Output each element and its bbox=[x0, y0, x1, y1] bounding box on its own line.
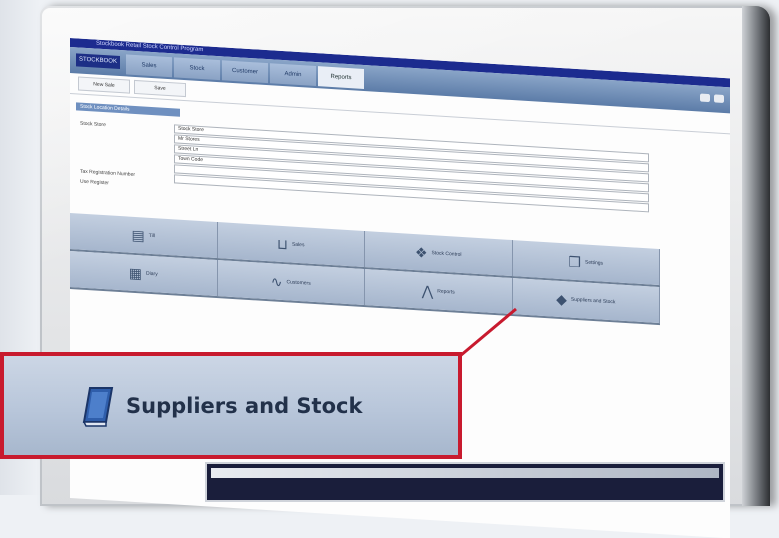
section-tab[interactable]: Stock Location Details bbox=[76, 102, 180, 117]
stock-icon: ❖ bbox=[414, 243, 428, 261]
settings-label: Settings bbox=[584, 259, 604, 267]
tab-stock[interactable]: Stock bbox=[174, 57, 220, 81]
tab-reports[interactable]: Reports bbox=[318, 66, 364, 89]
settings-icon: ❒ bbox=[568, 252, 581, 270]
till-tile[interactable]: ▤ Till bbox=[70, 213, 218, 259]
tab-sales[interactable]: Sales bbox=[126, 54, 172, 78]
book-icon: ◆ bbox=[556, 290, 567, 307]
location-form: Stock Store Stock Store Mr Stores Street… bbox=[78, 118, 730, 228]
settings-tile[interactable]: ❒ Settings bbox=[512, 240, 660, 286]
reports-tile[interactable]: ⋀ Reports bbox=[365, 269, 513, 315]
till-label: Till bbox=[148, 232, 155, 240]
save-button[interactable]: Save bbox=[134, 79, 186, 98]
tab-admin[interactable]: Admin bbox=[270, 63, 316, 87]
register-checkbox-label[interactable]: Use Register bbox=[80, 179, 109, 187]
help-icon[interactable] bbox=[700, 93, 710, 103]
store-label: Stock Store bbox=[80, 120, 106, 129]
tax-label: Tax Registration Number bbox=[80, 168, 136, 178]
chart-icon: ⋀ bbox=[421, 282, 434, 299]
callout-panel[interactable]: Suppliers and Stock bbox=[4, 356, 458, 455]
user-icon[interactable] bbox=[714, 94, 724, 104]
second-monitor-window bbox=[205, 462, 725, 502]
till-icon: ▤ bbox=[131, 226, 145, 244]
sales-label: Sales bbox=[291, 241, 305, 249]
book-icon bbox=[82, 386, 114, 427]
callout-label: Suppliers and Stock bbox=[126, 393, 363, 418]
diary-label: Diary bbox=[146, 270, 158, 278]
stock-control-label: Stock Control bbox=[431, 250, 462, 258]
suppliers-and-stock-label: Suppliers and Stock bbox=[570, 296, 616, 306]
customers-tile[interactable]: ∿ Customers bbox=[217, 260, 365, 306]
new-sale-button[interactable]: New Sale bbox=[78, 76, 130, 94]
module-grid: ▤ Till ⊔ Sales ❖ Stock Control ❒ Setting… bbox=[70, 213, 660, 326]
suppliers-and-stock-tile[interactable]: ◆ Suppliers and Stock bbox=[512, 278, 660, 324]
brand-logo: STOCKBOOK bbox=[76, 53, 120, 70]
nav-right-icons bbox=[700, 93, 724, 104]
customers-label: Customers bbox=[286, 279, 311, 287]
stock-control-tile[interactable]: ❖ Stock Control bbox=[365, 231, 513, 277]
handshake-icon: ∿ bbox=[270, 272, 283, 290]
calendar-icon: ▦ bbox=[128, 264, 143, 281]
diary-tile[interactable]: ▦ Diary bbox=[70, 251, 218, 297]
reports-label: Reports bbox=[437, 288, 455, 296]
sales-tile[interactable]: ⊔ Sales bbox=[217, 222, 365, 268]
suppliers-callout: Suppliers and Stock bbox=[0, 352, 462, 459]
second-window-titlebar bbox=[211, 468, 719, 478]
basket-icon: ⊔ bbox=[277, 235, 288, 252]
tab-customer[interactable]: Customer bbox=[222, 60, 268, 84]
